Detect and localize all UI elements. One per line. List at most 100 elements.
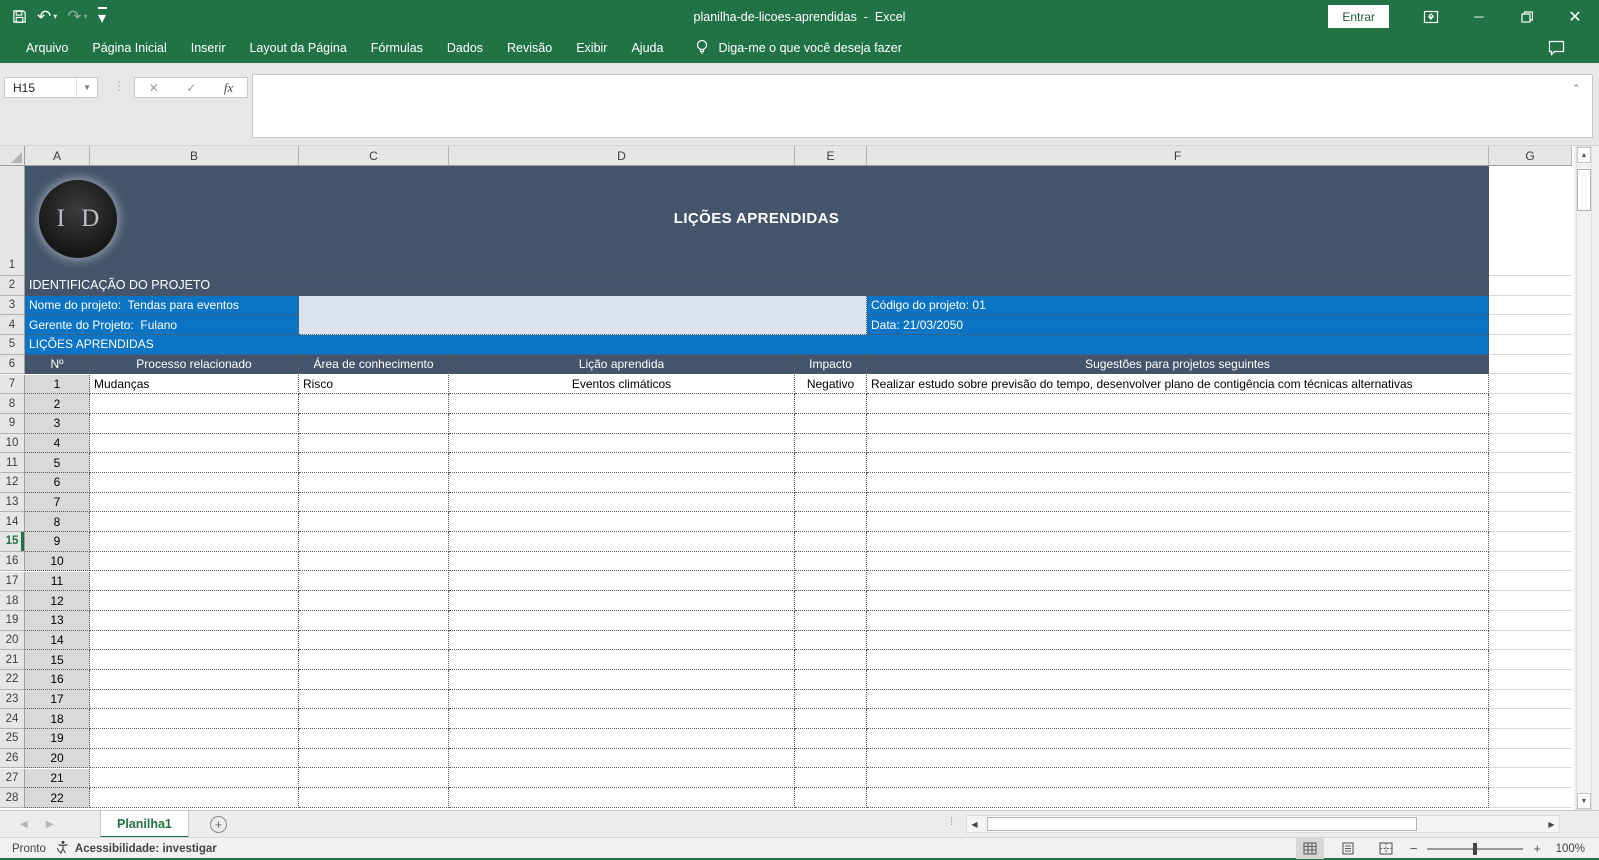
cell-F26[interactable]	[867, 748, 1489, 769]
cell-E15[interactable]	[795, 532, 867, 552]
cell-A23[interactable]: 17	[25, 689, 90, 710]
cell-B25[interactable]	[90, 729, 299, 749]
row-header-16[interactable]: 16	[0, 551, 25, 572]
cell-C16[interactable]	[299, 551, 449, 572]
cell-E21[interactable]	[795, 650, 867, 670]
cell-E16[interactable]	[795, 551, 867, 572]
cell-G27[interactable]	[1489, 768, 1572, 789]
row-header-8[interactable]: 8	[0, 394, 25, 414]
sheet-tab-planilha1[interactable]: Planilha1	[100, 811, 189, 838]
cell-F11[interactable]	[867, 453, 1489, 473]
cell-C25[interactable]	[299, 729, 449, 749]
cell-B26[interactable]	[90, 748, 299, 769]
cell-D22[interactable]	[449, 670, 795, 690]
cell-D13[interactable]	[449, 492, 795, 513]
cell-B11[interactable]	[90, 453, 299, 473]
cell-table-header-B6[interactable]: Processo relacionado	[90, 354, 299, 375]
zoom-slider-thumb[interactable]	[1473, 842, 1478, 855]
cell-A22[interactable]: 16	[25, 670, 90, 690]
formula-bar[interactable]: ⌃	[252, 74, 1593, 138]
column-header-B[interactable]: B	[90, 146, 299, 166]
cell-D20[interactable]	[449, 630, 795, 651]
cell-G24[interactable]	[1489, 709, 1572, 730]
cell-D24[interactable]	[449, 709, 795, 730]
cell-E9[interactable]	[795, 413, 867, 434]
cell-D23[interactable]	[449, 689, 795, 710]
cell-A24[interactable]: 18	[25, 709, 90, 730]
prev-sheet-icon[interactable]: ◀	[20, 819, 28, 830]
cell-A13[interactable]: 7	[25, 492, 90, 513]
cell-G6[interactable]	[1489, 354, 1572, 375]
cell-B14[interactable]	[90, 512, 299, 533]
page-break-view-icon[interactable]	[1372, 838, 1400, 859]
row-header-21[interactable]: 21	[0, 650, 25, 670]
cell-C7[interactable]: Risco	[299, 374, 449, 395]
name-box-dropdown-icon[interactable]: ▼	[76, 78, 97, 97]
formula-bar-collapse-icon[interactable]: ⌃	[1572, 83, 1580, 94]
row-header-10[interactable]: 10	[0, 433, 25, 454]
cell-G12[interactable]	[1489, 473, 1572, 493]
spreadsheet-grid[interactable]: I D LIÇÕES APRENDIDAS A B C D E F G 1 2 3 4 5 6 7 8 9 10…	[0, 146, 1574, 810]
close-button[interactable]: ✕	[1551, 0, 1599, 33]
cell-E23[interactable]	[795, 689, 867, 710]
cell-A12[interactable]: 6	[25, 473, 90, 493]
row-header-25[interactable]: 25	[0, 729, 25, 749]
zoom-out-icon[interactable]: −	[1410, 841, 1418, 856]
page-layout-view-icon[interactable]	[1334, 838, 1362, 859]
cell-A26[interactable]: 20	[25, 748, 90, 769]
normal-view-icon[interactable]	[1295, 838, 1324, 859]
cell-G19[interactable]	[1489, 610, 1572, 631]
cell-E10[interactable]	[795, 433, 867, 454]
cell-B8[interactable]	[90, 394, 299, 414]
minimize-button[interactable]: ─	[1455, 0, 1503, 33]
row-header-1[interactable]: 1	[0, 166, 25, 276]
cell-G25[interactable]	[1489, 729, 1572, 749]
row-header-15[interactable]: 15	[0, 532, 25, 552]
cell-E18[interactable]	[795, 591, 867, 611]
cell-C15[interactable]	[299, 532, 449, 552]
cell-A16[interactable]: 10	[25, 551, 90, 572]
cell-G7[interactable]	[1489, 374, 1572, 395]
cell-B18[interactable]	[90, 591, 299, 611]
row-header-24[interactable]: 24	[0, 709, 25, 730]
cell-C10[interactable]	[299, 433, 449, 454]
cell-B12[interactable]	[90, 473, 299, 493]
feedback-comment-icon[interactable]	[1548, 40, 1565, 61]
ribbon-tab-página-inicial[interactable]: Página Inicial	[80, 41, 178, 55]
cell-F13[interactable]	[867, 492, 1489, 513]
cell-F20[interactable]	[867, 630, 1489, 651]
cell-G10[interactable]	[1489, 433, 1572, 454]
cell-E19[interactable]	[795, 610, 867, 631]
cell-G28[interactable]	[1489, 788, 1572, 808]
cell-C28[interactable]	[299, 788, 449, 808]
cell-D7[interactable]: Eventos climáticos	[449, 374, 795, 395]
cell-G3[interactable]	[1489, 295, 1572, 316]
cell-G9[interactable]	[1489, 413, 1572, 434]
cell-table-header-E6[interactable]: Impacto	[795, 354, 867, 375]
row-header-6[interactable]: 6	[0, 354, 25, 375]
cell-E25[interactable]	[795, 729, 867, 749]
row-header-28[interactable]: 28	[0, 788, 25, 808]
cell-section-licoes[interactable]: LIÇÕES APRENDIDAS	[25, 335, 1489, 355]
cell-A19[interactable]: 13	[25, 610, 90, 631]
cell-F12[interactable]	[867, 473, 1489, 493]
ribbon-tab-inserir[interactable]: Inserir	[179, 41, 238, 55]
cell-G11[interactable]	[1489, 453, 1572, 473]
horizontal-scrollbar[interactable]: ◀ ▶	[966, 815, 1560, 833]
cell-F15[interactable]	[867, 532, 1489, 552]
cell-E26[interactable]	[795, 748, 867, 769]
cell-E12[interactable]	[795, 473, 867, 493]
cell-E13[interactable]	[795, 492, 867, 513]
cell-G2[interactable]	[1489, 276, 1572, 296]
cell-A10[interactable]: 4	[25, 433, 90, 454]
cell-B27[interactable]	[90, 768, 299, 789]
cell-A21[interactable]: 15	[25, 650, 90, 670]
cell-G16[interactable]	[1489, 551, 1572, 572]
cell-A14[interactable]: 8	[25, 512, 90, 533]
cell-C17[interactable]	[299, 571, 449, 592]
cell-E14[interactable]	[795, 512, 867, 533]
ribbon-tab-revisão[interactable]: Revisão	[495, 41, 564, 55]
scroll-right-icon[interactable]: ▶	[1544, 816, 1559, 832]
cell-project-manager[interactable]: Gerente do Projeto: Fulano	[25, 315, 299, 336]
select-all-corner[interactable]	[0, 146, 25, 166]
